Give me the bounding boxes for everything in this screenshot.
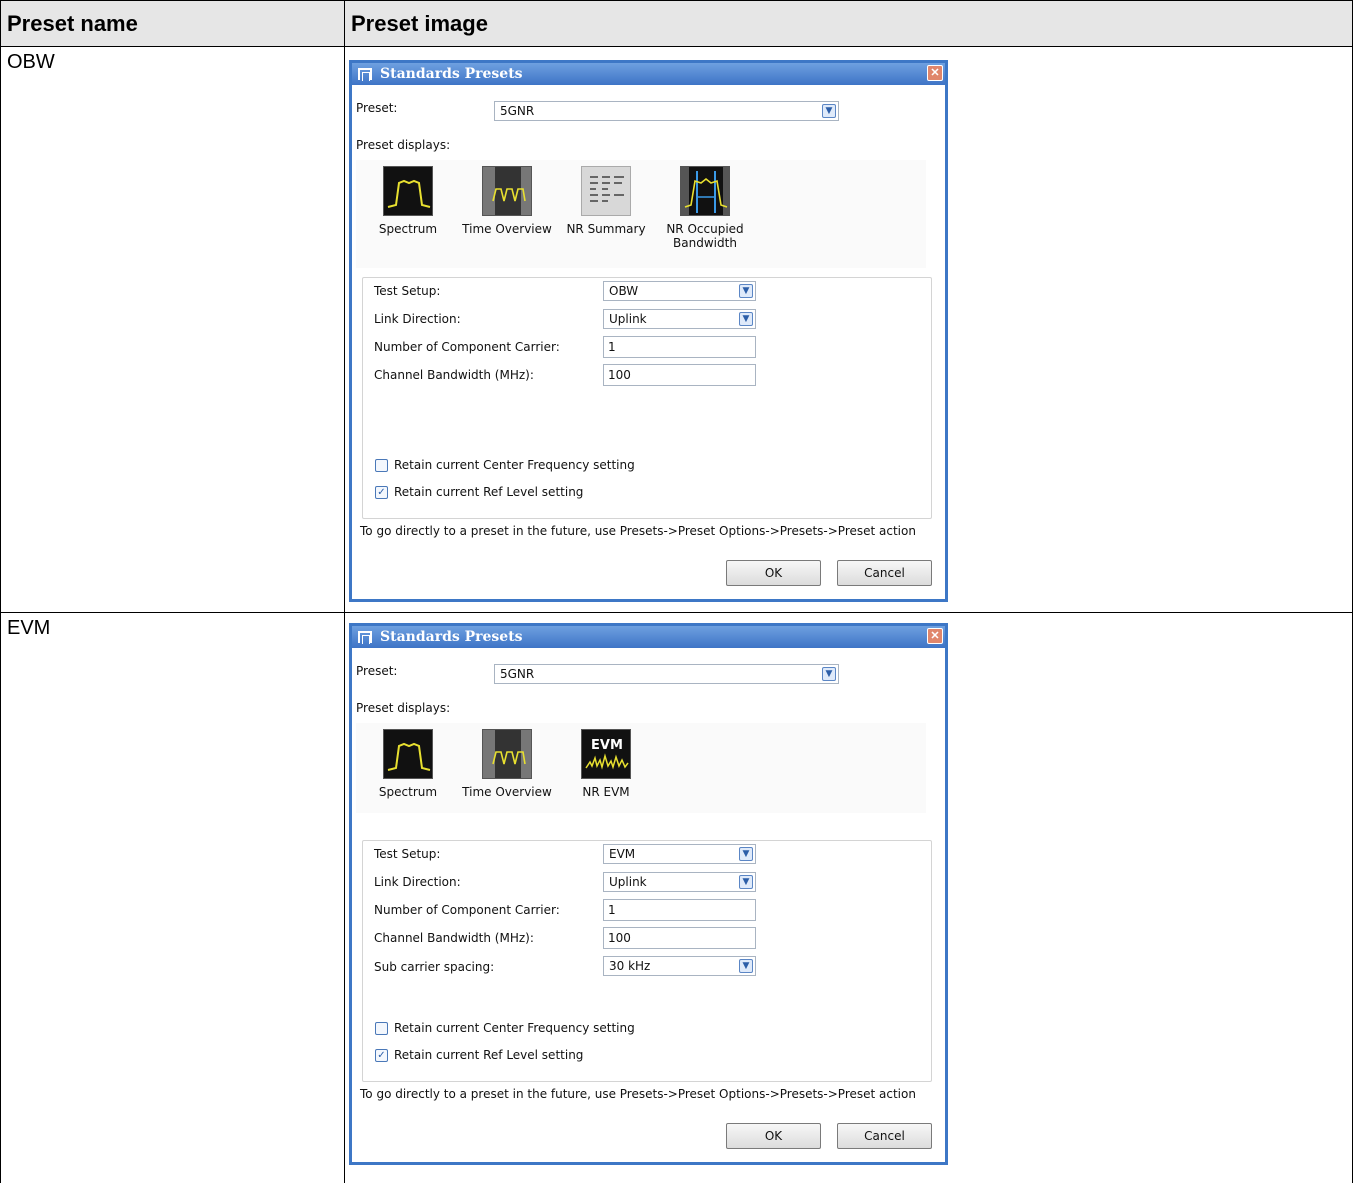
retain-ref-level-checkbox[interactable]: ✓ xyxy=(375,1049,388,1062)
subcarrier-spacing-value: 30 kHz xyxy=(609,959,651,973)
component-carrier-input[interactable]: 1 xyxy=(603,899,756,921)
preset-name-cell: OBW xyxy=(0,46,345,613)
test-setup-label: Test Setup: xyxy=(374,284,441,298)
preset-displays-label: Preset displays: xyxy=(356,138,451,152)
preset-select[interactable]: 5GNR ▼ xyxy=(494,101,839,121)
display-time-overview-label: Time Overview xyxy=(462,222,552,236)
display-nr-occupied-bandwidth-label: NR Occupied Bandwidth xyxy=(666,222,744,250)
chevron-down-icon[interactable]: ▼ xyxy=(739,312,753,326)
component-carrier-input[interactable]: 1 xyxy=(603,336,756,358)
nr-occupied-bandwidth-icon xyxy=(680,166,730,216)
hint-text: To go directly to a preset in the future… xyxy=(360,1087,916,1101)
preset-name-cell: EVM xyxy=(0,612,345,1183)
table-row: OBW Standards Presets ✕ Preset: 5GNR ▼ P… xyxy=(0,46,1353,613)
header-preset-image: Preset image xyxy=(344,0,1353,47)
time-overview-icon xyxy=(482,166,532,216)
display-nr-summary[interactable]: NR Summary xyxy=(556,166,656,236)
ok-button[interactable]: OK xyxy=(726,1123,821,1149)
display-time-overview[interactable]: Time Overview xyxy=(457,166,557,236)
preset-select-value: 5GNR xyxy=(500,667,535,681)
standards-presets-dialog: Standards Presets ✕ Preset: 5GNR ▼ Prese… xyxy=(349,623,948,1165)
ok-button[interactable]: OK xyxy=(726,560,821,586)
preset-displays-label: Preset displays: xyxy=(356,701,451,715)
test-setup-label: Test Setup: xyxy=(374,847,441,861)
dialog-title-bar: Standards Presets ✕ xyxy=(352,626,945,648)
preset-table: Preset name Preset image OBW Standards P… xyxy=(0,0,1353,1183)
channel-bandwidth-label: Channel Bandwidth (MHz): xyxy=(374,368,534,382)
header-preset-name: Preset name xyxy=(0,0,345,47)
preset-image-cell: Standards Presets ✕ Preset: 5GNR ▼ Prese… xyxy=(344,612,1353,1183)
display-nr-evm[interactable]: EVM NR EVM xyxy=(556,729,656,799)
cancel-button[interactable]: Cancel xyxy=(837,560,932,586)
dialog-title: Standards Presets xyxy=(380,66,523,82)
link-direction-label: Link Direction: xyxy=(374,312,461,326)
standards-presets-dialog: Standards Presets ✕ Preset: 5GNR ▼ Prese… xyxy=(349,60,948,602)
spectrum-icon xyxy=(383,729,433,779)
retain-ref-level-checkbox[interactable]: ✓ xyxy=(375,486,388,499)
display-spectrum[interactable]: Spectrum xyxy=(358,166,458,236)
chevron-down-icon[interactable]: ▼ xyxy=(739,847,753,861)
display-spectrum-label: Spectrum xyxy=(378,222,438,236)
display-spectrum-label: Spectrum xyxy=(378,785,438,799)
preset-select-value: 5GNR xyxy=(500,104,535,118)
test-setup-select[interactable]: OBW ▼ xyxy=(603,281,756,301)
preset-select[interactable]: 5GNR ▼ xyxy=(494,664,839,684)
nr-summary-icon xyxy=(581,166,631,216)
test-setup-value: OBW xyxy=(609,284,639,298)
table-row: EVM Standards Presets ✕ Preset: 5GNR ▼ P… xyxy=(0,612,1353,1183)
close-icon[interactable]: ✕ xyxy=(927,628,943,644)
nr-evm-icon-text: EVM xyxy=(591,738,623,753)
link-direction-value: Uplink xyxy=(609,312,647,326)
hint-text: To go directly to a preset in the future… xyxy=(360,524,916,538)
display-spectrum[interactable]: Spectrum xyxy=(358,729,458,799)
display-time-overview-label: Time Overview xyxy=(462,785,552,799)
component-carrier-label: Number of Component Carrier: xyxy=(374,903,560,917)
subcarrier-spacing-select[interactable]: 30 kHz ▼ xyxy=(603,956,756,976)
display-nr-summary-label: NR Summary xyxy=(566,222,646,236)
dialog-title: Standards Presets xyxy=(380,629,523,645)
link-direction-label: Link Direction: xyxy=(374,875,461,889)
link-direction-select[interactable]: Uplink ▼ xyxy=(603,872,756,892)
component-carrier-label: Number of Component Carrier: xyxy=(374,340,560,354)
nr-evm-icon: EVM xyxy=(581,729,631,779)
retain-center-frequency-checkbox[interactable] xyxy=(375,1022,388,1035)
chevron-down-icon[interactable]: ▼ xyxy=(739,284,753,298)
preset-label: Preset: xyxy=(356,664,398,678)
retain-ref-level-label: Retain current Ref Level setting xyxy=(394,1048,584,1062)
dialog-title-bar: Standards Presets ✕ xyxy=(352,63,945,85)
app-icon xyxy=(358,68,372,81)
close-icon[interactable]: ✕ xyxy=(927,65,943,81)
preset-label: Preset: xyxy=(356,101,398,115)
cancel-button[interactable]: Cancel xyxy=(837,1123,932,1149)
link-direction-select[interactable]: Uplink ▼ xyxy=(603,309,756,329)
spectrum-icon xyxy=(383,166,433,216)
channel-bandwidth-input[interactable]: 100 xyxy=(603,927,756,949)
retain-center-frequency-label: Retain current Center Frequency setting xyxy=(394,1021,635,1035)
retain-center-frequency-label: Retain current Center Frequency setting xyxy=(394,458,635,472)
preset-image-cell: Standards Presets ✕ Preset: 5GNR ▼ Prese… xyxy=(344,46,1353,613)
retain-center-frequency-checkbox[interactable] xyxy=(375,459,388,472)
link-direction-value: Uplink xyxy=(609,875,647,889)
display-nr-evm-label: NR EVM xyxy=(582,785,630,799)
chevron-down-icon[interactable]: ▼ xyxy=(822,667,836,681)
channel-bandwidth-input[interactable]: 100 xyxy=(603,364,756,386)
display-time-overview[interactable]: Time Overview xyxy=(457,729,557,799)
app-icon xyxy=(358,631,372,644)
subcarrier-spacing-label: Sub carrier spacing: xyxy=(374,960,495,974)
chevron-down-icon[interactable]: ▼ xyxy=(822,104,836,118)
chevron-down-icon[interactable]: ▼ xyxy=(739,959,753,973)
test-setup-value: EVM xyxy=(609,847,636,861)
table-header-row: Preset name Preset image xyxy=(0,0,1353,47)
display-nr-occupied-bandwidth[interactable]: NR Occupied Bandwidth xyxy=(655,166,755,250)
test-setup-select[interactable]: EVM ▼ xyxy=(603,844,756,864)
retain-ref-level-label: Retain current Ref Level setting xyxy=(394,485,584,499)
channel-bandwidth-label: Channel Bandwidth (MHz): xyxy=(374,931,534,945)
chevron-down-icon[interactable]: ▼ xyxy=(739,875,753,889)
time-overview-icon xyxy=(482,729,532,779)
